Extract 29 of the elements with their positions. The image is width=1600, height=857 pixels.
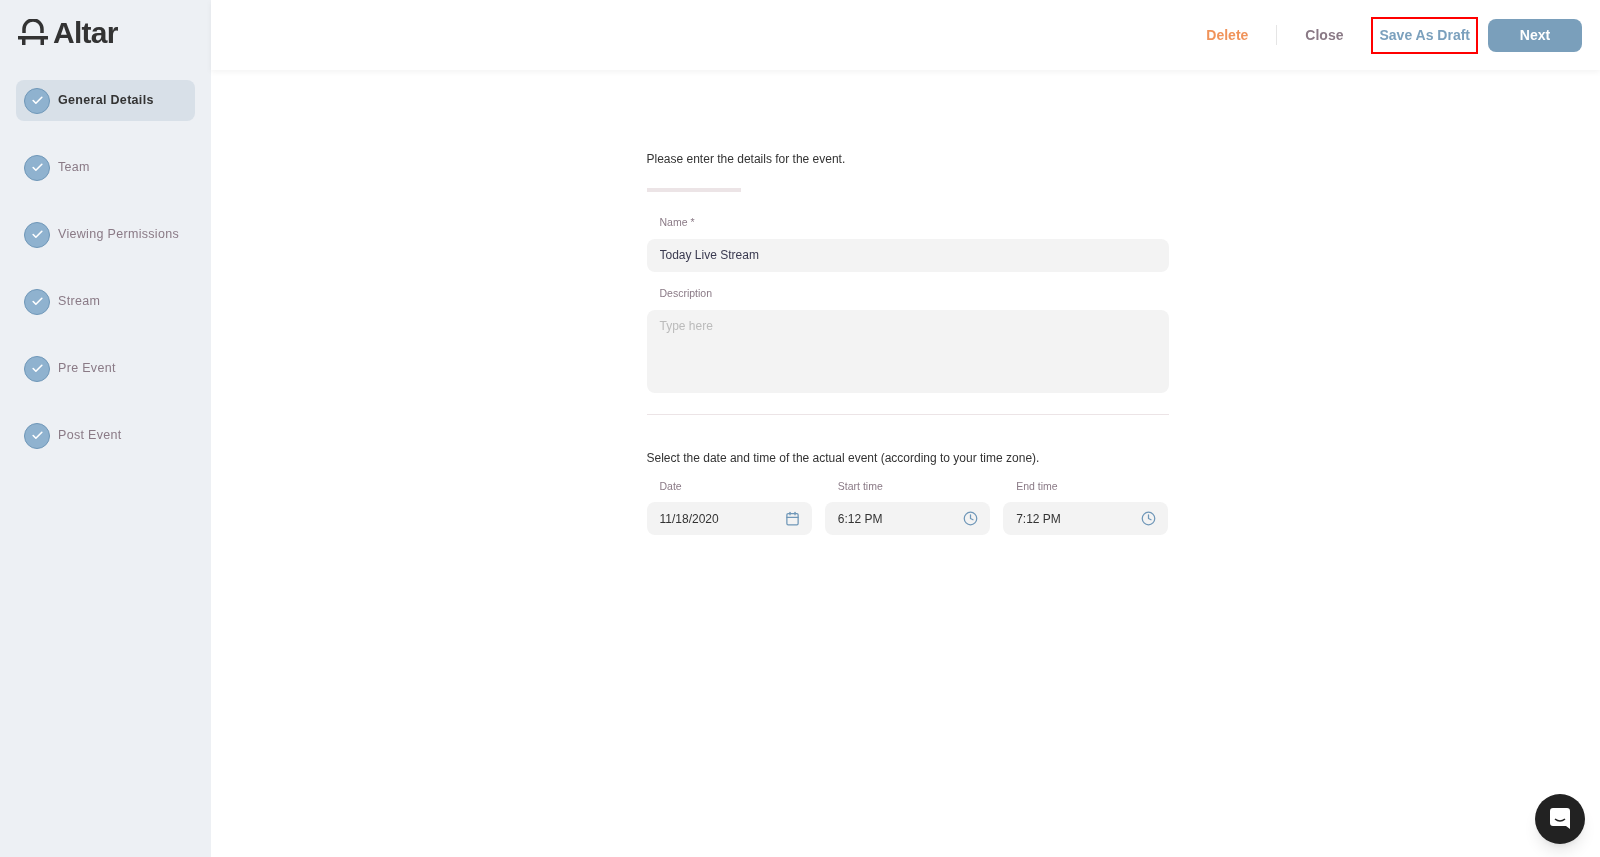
calendar-icon <box>784 511 800 527</box>
field-label: End time <box>1015 478 1059 494</box>
step-item[interactable]: Team <box>16 147 195 188</box>
time-field[interactable]: 7:12 PM <box>1003 502 1169 536</box>
step-item[interactable]: General Details <box>16 80 195 121</box>
step-item[interactable]: Post Event <box>16 415 195 456</box>
chat-button[interactable] <box>1535 794 1585 844</box>
close-button[interactable]: Close <box>1289 20 1360 50</box>
date-field[interactable]: 11/18/2020 <box>646 502 812 536</box>
field-label: Date <box>658 478 683 494</box>
clock-icon <box>963 511 979 527</box>
clock-icon <box>1141 511 1157 527</box>
chat-icon <box>1549 807 1571 831</box>
logo-text: Altar <box>53 18 118 48</box>
schedule-text: Select the date and time of the actual event (according to your time zone). <box>646 449 1041 467</box>
next-button[interactable]: Next <box>1488 18 1582 52</box>
field-label: Name * <box>658 215 696 230</box>
field-label: Start time <box>836 478 884 494</box>
logo-icon <box>17 19 49 47</box>
intro-text: Please enter the details for the event. <box>646 151 847 168</box>
save-draft-button[interactable]: Save As Draft <box>1371 16 1478 54</box>
step-item[interactable]: Viewing Permissions <box>16 214 195 255</box>
description-field[interactable]: Type here <box>646 309 1169 393</box>
delete-button[interactable]: Delete <box>1190 20 1265 50</box>
name-field[interactable]: Today Live Stream <box>646 238 1169 272</box>
step-item[interactable]: Pre Event <box>16 348 195 389</box>
step-item[interactable]: Stream <box>16 281 195 322</box>
field-label: Description <box>658 285 714 301</box>
time-field[interactable]: 6:12 PM <box>824 502 991 536</box>
